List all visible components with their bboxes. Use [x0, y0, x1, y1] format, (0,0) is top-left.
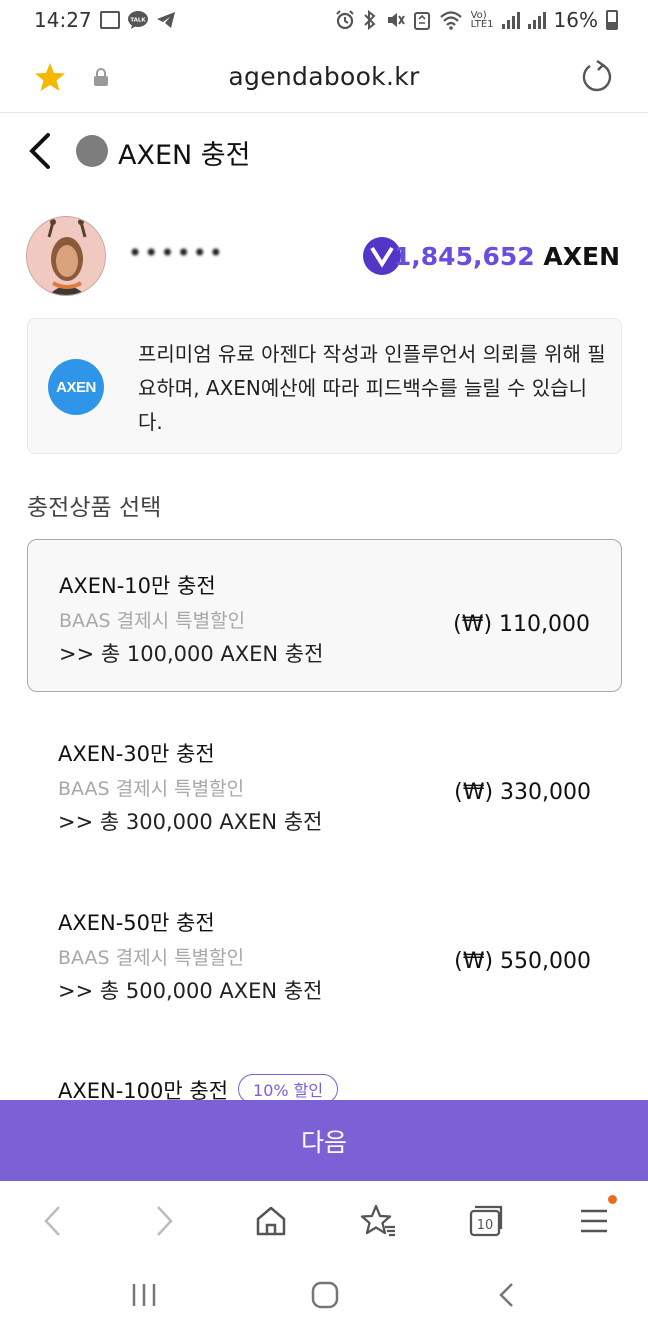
bluetooth-icon: [363, 10, 376, 30]
battery-percent: 16%: [553, 8, 598, 32]
product-name: AXEN-30만 충전: [58, 742, 215, 766]
menu-icon[interactable]: [574, 1201, 614, 1241]
signal-icon-2: [527, 11, 546, 29]
browser-forward-icon[interactable]: [143, 1201, 183, 1241]
username: ••••••: [128, 239, 225, 267]
balance-unit: AXEN: [543, 242, 620, 271]
lte-indicator: Vo) LTE1: [470, 10, 494, 30]
product-name: AXEN-50만 충전: [58, 911, 215, 935]
alarm-icon: [335, 10, 354, 30]
product-option-3[interactable]: AXEN-50만 충전 BAAS 결제시 특별할인 >> 총 500,000 A…: [27, 877, 622, 1030]
product-sub: BAAS 결제시 특별할인: [59, 610, 246, 632]
reload-icon[interactable]: [580, 60, 614, 94]
image-icon: [99, 11, 120, 29]
browser-back-icon[interactable]: [34, 1201, 74, 1241]
product-option-2[interactable]: AXEN-30만 충전 BAAS 결제시 특별할인 >> 총 300,000 A…: [27, 708, 622, 861]
telegram-icon: [156, 12, 175, 28]
product-total: >> 총 100,000 AXEN 충전: [59, 642, 324, 666]
product-sub: BAAS 결제시 특별할인: [58, 778, 245, 800]
bookmarks-icon[interactable]: [358, 1201, 398, 1241]
status-bar: 14:27 TALK Vo) LTE1 16%: [0, 0, 648, 40]
page-title: AXEN 충전: [118, 140, 251, 171]
balance-amount: 1,845,652: [393, 242, 535, 271]
product-total: >> 총 500,000 AXEN 충전: [58, 979, 323, 1003]
axen-balance: 1,845,652 AXEN: [394, 242, 620, 271]
url-text[interactable]: agendabook.kr: [0, 62, 648, 91]
axen-coin-icon: [76, 135, 108, 167]
status-right: Vo) LTE1 16%: [335, 8, 618, 32]
recent-apps-icon[interactable]: [130, 1281, 158, 1309]
signal-icon: [501, 11, 520, 29]
browser-bottom-nav: 10: [0, 1181, 648, 1259]
page-header: AXEN 충전: [0, 113, 648, 193]
svg-text:TALK: TALK: [130, 18, 146, 24]
product-name: AXEN-10만 충전: [59, 574, 216, 598]
system-back-icon[interactable]: [492, 1280, 522, 1310]
product-option-4[interactable]: AXEN-100만 충전 10% 할인: [27, 1046, 622, 1100]
product-name-row: AXEN-100만 충전 10% 할인: [58, 1074, 339, 1100]
svg-text:10: 10: [477, 1218, 494, 1233]
notification-dot: [608, 1195, 617, 1204]
status-left: 14:27 TALK: [34, 8, 176, 32]
avatar-illustration: [27, 217, 105, 295]
product-sub: BAAS 결제시 특별할인: [58, 947, 245, 969]
back-icon[interactable]: [24, 131, 54, 171]
recycle-icon: [413, 12, 430, 30]
browser-url-bar: agendabook.kr: [0, 40, 648, 113]
info-text: 프리미엄 유료 아젠다 작성과 인플루언서 의뢰를 위해 필요하며, AXEN예…: [138, 342, 606, 434]
product-price: (₩) 110,000: [453, 612, 590, 637]
next-button[interactable]: 다음: [0, 1100, 648, 1181]
tabs-icon[interactable]: 10: [466, 1201, 506, 1241]
battery-icon: [606, 10, 618, 30]
home-icon[interactable]: [251, 1201, 291, 1241]
product-name: AXEN-100만 충전: [58, 1079, 229, 1100]
section-title: 충전상품 선택: [27, 495, 162, 521]
avatar[interactable]: [26, 216, 106, 296]
product-option-1[interactable]: AXEN-10만 충전 BAAS 결제시 특별할인 >> 총 100,000 A…: [27, 539, 622, 692]
axen-logo: AXEN: [48, 359, 104, 415]
android-nav-bar: [0, 1259, 648, 1332]
info-box: AXEN 프리미엄 유료 아젠다 작성과 인플루언서 의뢰를 위해 필요하며, …: [27, 318, 622, 454]
wifi-icon: [439, 11, 462, 30]
home-button-icon[interactable]: [310, 1280, 340, 1310]
discount-badge: 10% 할인: [238, 1074, 339, 1100]
product-price: (₩) 330,000: [454, 780, 591, 805]
talk-icon: TALK: [127, 11, 148, 29]
user-summary: •••••• 1,845,652 AXEN: [0, 213, 648, 299]
product-price: (₩) 550,000: [454, 949, 591, 974]
status-time: 14:27: [34, 8, 92, 32]
product-total: >> 총 300,000 AXEN 충전: [58, 810, 323, 834]
mute-icon: [387, 13, 405, 27]
